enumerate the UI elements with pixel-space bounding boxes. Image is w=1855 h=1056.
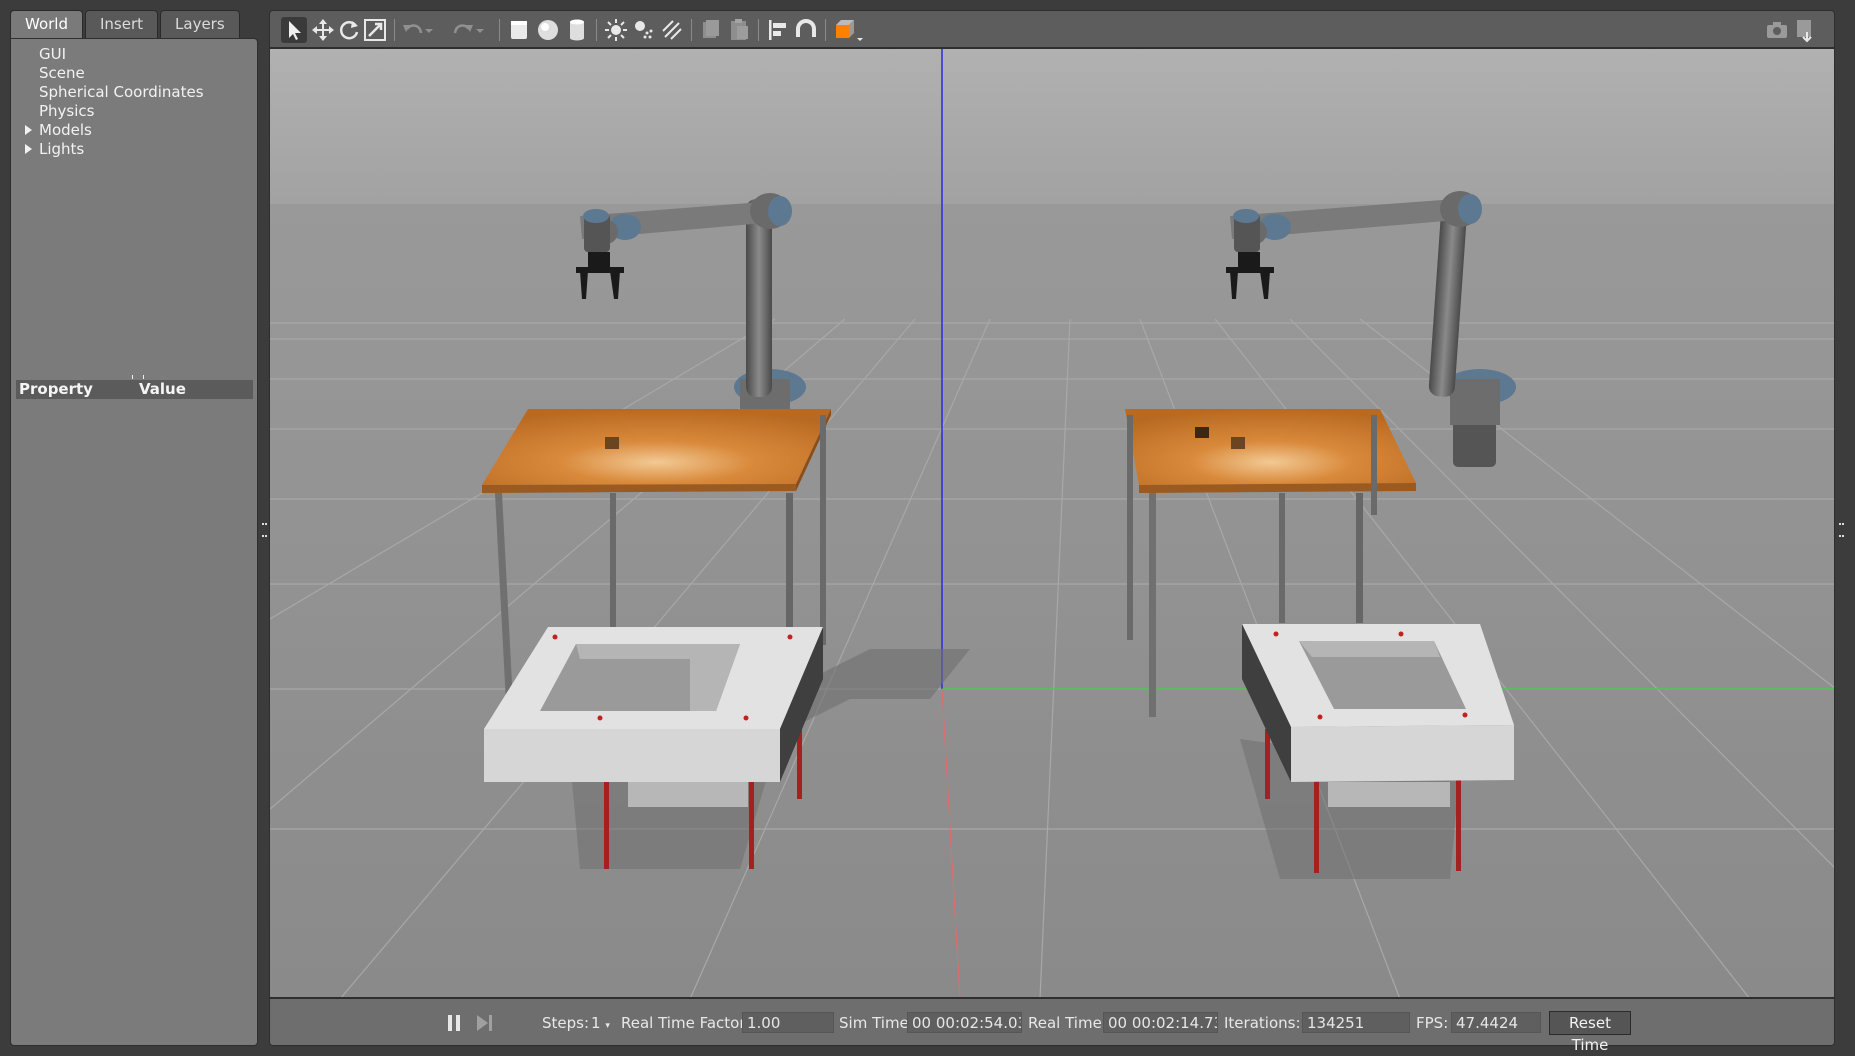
tree-item-label: Models xyxy=(39,121,92,139)
tree-item-gui[interactable]: GUI xyxy=(11,45,257,64)
cube-object[interactable] xyxy=(605,437,619,449)
reset-time-button[interactable]: Reset Time xyxy=(1549,1011,1631,1054)
rotate-icon[interactable] xyxy=(336,17,362,43)
translate-icon[interactable] xyxy=(310,17,336,43)
left-panel-tabs: World Insert Layers xyxy=(10,10,242,38)
panel-splitter-handle[interactable] xyxy=(132,375,144,379)
iterations-label: Iterations: xyxy=(1224,1014,1301,1032)
toolbar-separator xyxy=(825,19,826,41)
tree-item-label: Scene xyxy=(39,64,85,82)
toolbar-separator xyxy=(691,19,692,41)
copy-icon[interactable] xyxy=(698,17,724,43)
cylinder-shape-icon[interactable] xyxy=(564,17,590,43)
fps-field: 47.4424 xyxy=(1451,1012,1541,1033)
real-time-field: 00 00:02:14.735 xyxy=(1103,1012,1218,1033)
iterations-field: 134251 xyxy=(1302,1012,1410,1033)
left-panel-collapse-grip[interactable] xyxy=(262,523,265,537)
world-panel: GUI Scene Spherical Coordinates Physics … xyxy=(10,38,258,1046)
tree-item-models[interactable]: Models xyxy=(11,121,257,140)
toolbar-separator xyxy=(758,19,759,41)
redo-history-icon[interactable] xyxy=(473,17,487,43)
cube-object[interactable] xyxy=(1231,437,1245,449)
steps-spinbox[interactable]: 1 ▾ xyxy=(591,1014,610,1032)
right-panel-collapse-grip[interactable] xyxy=(1839,523,1842,537)
fps-label: FPS: xyxy=(1416,1014,1449,1032)
tree-item-label: Physics xyxy=(39,102,95,120)
pause-icon[interactable] xyxy=(441,1010,467,1036)
sim-time-label: Sim Time: xyxy=(839,1014,914,1032)
property-table-header: Property Value xyxy=(16,380,253,399)
point-light-icon[interactable] xyxy=(603,17,629,43)
tree-item-spherical-coordinates[interactable]: Spherical Coordinates xyxy=(11,83,257,102)
scale-icon[interactable] xyxy=(362,17,388,43)
view-angle-icon[interactable] xyxy=(832,17,866,43)
tree-item-lights[interactable]: Lights xyxy=(11,140,257,159)
sphere-shape-icon[interactable] xyxy=(535,17,561,43)
select-arrow-icon[interactable] xyxy=(281,17,307,43)
simulation-status-bar: Steps: 1 ▾ Real Time Factor: 1.00 Sim Ti… xyxy=(269,998,1835,1054)
step-forward-icon[interactable] xyxy=(471,1010,497,1036)
expand-arrow-icon[interactable] xyxy=(25,144,32,154)
screenshot-icon[interactable] xyxy=(1764,17,1790,43)
scene-render[interactable] xyxy=(270,49,1835,998)
toolbar-separator xyxy=(394,19,395,41)
tree-item-label: GUI xyxy=(39,45,67,63)
real-time-factor-label: Real Time Factor: xyxy=(621,1014,751,1032)
align-icon[interactable] xyxy=(765,17,791,43)
toolbar-separator xyxy=(596,19,597,41)
real-time-factor-field: 1.00 xyxy=(742,1012,834,1033)
toolbar-separator xyxy=(499,19,500,41)
snap-magnet-icon[interactable] xyxy=(793,17,819,43)
tree-item-label: Spherical Coordinates xyxy=(39,83,204,101)
expand-arrow-icon[interactable] xyxy=(25,125,32,135)
log-icon[interactable] xyxy=(1792,17,1818,43)
spot-light-icon[interactable] xyxy=(631,17,657,43)
paste-icon[interactable] xyxy=(726,17,752,43)
tab-insert[interactable]: Insert xyxy=(85,10,159,38)
spin-arrow-icon[interactable]: ▾ xyxy=(605,1021,610,1031)
real-time-label: Real Time: xyxy=(1028,1014,1107,1032)
steps-label: Steps: xyxy=(542,1014,590,1032)
tab-layers[interactable]: Layers xyxy=(160,10,240,38)
tab-world[interactable]: World xyxy=(10,10,83,38)
value-column-header: Value xyxy=(139,380,186,398)
cube-object[interactable] xyxy=(1195,427,1209,438)
box-shape-icon[interactable] xyxy=(506,17,532,43)
tree-item-label: Lights xyxy=(39,140,85,158)
3d-viewport[interactable] xyxy=(269,48,1835,998)
property-column-header: Property xyxy=(19,380,93,398)
directional-light-icon[interactable] xyxy=(659,17,685,43)
tree-item-physics[interactable]: Physics xyxy=(11,102,257,121)
steps-value: 1 xyxy=(591,1014,601,1032)
world-tree: GUI Scene Spherical Coordinates Physics … xyxy=(11,45,257,159)
tree-item-scene[interactable]: Scene xyxy=(11,64,257,83)
undo-history-icon[interactable] xyxy=(422,17,436,43)
toolbar xyxy=(269,10,1835,48)
sim-time-field: 00 00:02:54.037 xyxy=(907,1012,1022,1033)
